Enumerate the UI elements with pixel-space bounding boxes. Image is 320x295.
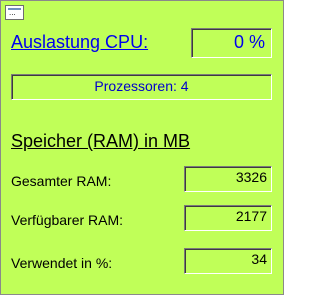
- used-percent-value: 34: [184, 248, 272, 274]
- cpu-usage-label[interactable]: Auslastung CPU:: [11, 32, 148, 53]
- available-ram-label: Verfügbarer RAM:: [11, 212, 124, 228]
- cpu-ram-monitor-window: ... Auslastung CPU: 0 % Prozessoren: 4 S…: [0, 0, 284, 295]
- total-ram-label: Gesamter RAM:: [11, 173, 112, 189]
- menu-icon-dots: ...: [9, 9, 16, 17]
- processor-count-display: Prozessoren: 4: [11, 74, 272, 100]
- used-percent-label: Verwendet in %:: [11, 255, 113, 271]
- total-ram-value: 3326: [184, 166, 272, 192]
- cpu-usage-value: 0 %: [191, 28, 272, 58]
- available-ram-value: 2177: [184, 205, 272, 231]
- memory-section-title: Speicher (RAM) in MB: [11, 131, 191, 151]
- system-menu-icon[interactable]: ...: [5, 5, 24, 20]
